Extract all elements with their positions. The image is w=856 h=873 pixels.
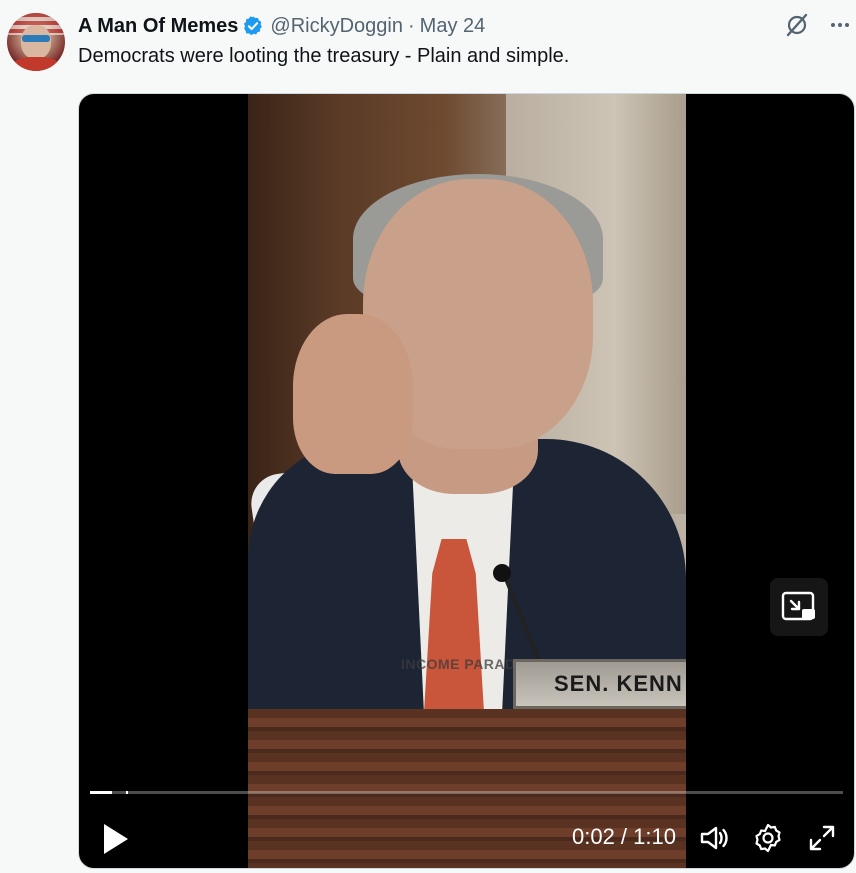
more-options-icon[interactable] <box>828 13 852 37</box>
grok-icon[interactable] <box>784 12 810 38</box>
verified-badge-icon[interactable] <box>242 15 264 37</box>
video-hand <box>293 314 413 474</box>
avatar[interactable] <box>7 13 65 71</box>
play-icon[interactable] <box>101 822 131 861</box>
nameplate-text: SEN. KENN <box>554 671 683 696</box>
tweet[interactable]: A Man Of Memes @RickyDoggin · May 24 Dem <box>0 0 856 873</box>
progress-buffer <box>126 791 128 794</box>
avatar-shirt <box>13 57 59 71</box>
video-player[interactable]: INCOME PARADE SEN. KENN 0:02 / 1:10 <box>78 93 855 869</box>
volume-icon[interactable] <box>698 822 730 859</box>
separator-dot: · <box>407 14 415 37</box>
progress-bar[interactable] <box>90 791 843 794</box>
time-display: 0:02 / 1:10 <box>572 824 676 849</box>
video-watermark: INCOME PARADE <box>401 656 526 672</box>
progress-fill <box>90 791 112 794</box>
avatar-sunglasses <box>22 35 50 42</box>
tweet-date[interactable]: May 24 <box>420 15 486 38</box>
video-mic <box>493 564 511 582</box>
avatar-face <box>21 25 51 59</box>
settings-icon[interactable] <box>752 822 784 859</box>
user-handle[interactable]: @RickyDoggin <box>270 15 403 38</box>
video-nameplate: SEN. KENN <box>513 659 686 709</box>
video-controls: 0:02 / 1:10 <box>79 814 854 868</box>
fullscreen-icon[interactable] <box>806 822 838 859</box>
top-right-actions <box>784 12 852 38</box>
video-frame[interactable]: INCOME PARADE SEN. KENN <box>248 94 686 868</box>
tweet-text: Democrats were looting the treasury - Pl… <box>78 45 570 67</box>
display-name[interactable]: A Man Of Memes <box>78 15 238 38</box>
picture-in-picture-icon[interactable] <box>770 578 828 636</box>
tweet-header: A Man Of Memes @RickyDoggin · May 24 <box>78 13 485 39</box>
